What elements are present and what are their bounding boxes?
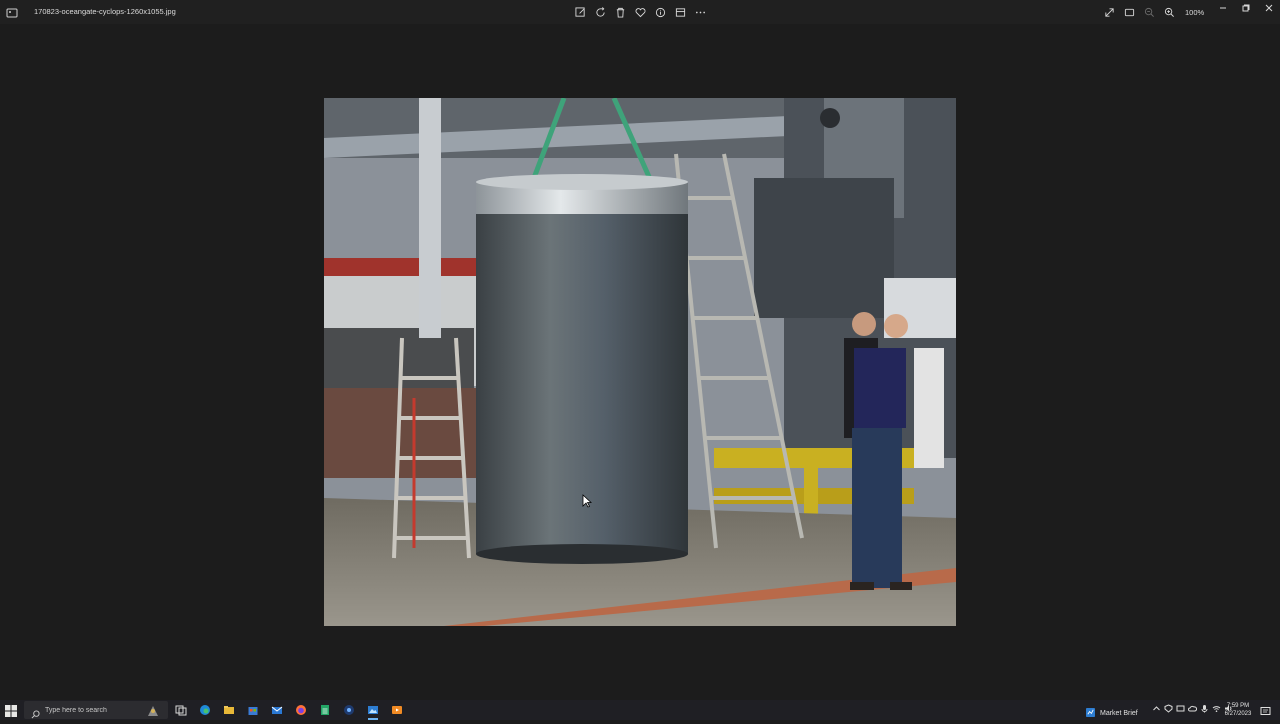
media-icon[interactable] [389,702,405,718]
title-bar: 170823-oceangate-cyclops-1260x1055.jpg 1… [0,0,1280,24]
window-controls [1211,0,1280,16]
zoom-in-icon[interactable] [1161,4,1177,20]
image-toolbar [572,4,708,20]
news-widget[interactable]: Market Brief [1086,704,1138,722]
cloud-icon[interactable] [1188,704,1197,713]
submersible-hull-photo [324,98,956,626]
market-brief-icon [1086,704,1095,722]
network-icon[interactable] [1176,704,1185,713]
chevron-up-icon[interactable] [1152,704,1161,713]
edit-image-icon[interactable] [572,4,588,20]
favorite-icon[interactable] [632,4,648,20]
view-toolbar: 100% [1101,4,1209,20]
info-icon[interactable] [652,4,668,20]
expand-icon[interactable] [1101,4,1117,20]
firefox-icon[interactable] [293,702,309,718]
clock[interactable]: 7:59 PM 6/27/2023 [1222,702,1254,718]
file-explorer-icon[interactable] [221,702,237,718]
mail-icon[interactable] [269,702,285,718]
task-view-icon[interactable] [173,702,189,718]
edge-icon[interactable] [197,702,213,718]
delete-icon[interactable] [612,4,628,20]
edit-icon[interactable] [672,4,688,20]
wifi-icon[interactable] [1212,704,1221,713]
windows-start-icon[interactable] [5,704,17,717]
taskbar-search[interactable] [24,701,168,719]
mouse-cursor-icon [582,494,592,508]
search-icon [31,706,40,718]
zoom-out-icon[interactable] [1141,4,1157,20]
file-name: 170823-oceangate-cyclops-1260x1055.jpg [34,7,176,16]
close-icon[interactable] [1257,0,1280,16]
photo[interactable] [324,98,956,626]
taskbar-apps [173,702,405,720]
widget-label: Market Brief [1100,709,1138,717]
photos-app-icon [6,6,18,18]
image-viewport[interactable] [0,24,1280,700]
search-input[interactable] [45,706,145,714]
photos-icon[interactable] [365,702,381,720]
search-highlight-icon [146,703,160,717]
slideshow-icon[interactable] [1121,4,1137,20]
more-icon[interactable] [692,4,708,20]
system-tray [1152,704,1233,713]
notification-icon[interactable] [1260,704,1271,715]
clock-time: 7:59 PM [1226,703,1250,709]
sheets-icon[interactable] [317,702,333,718]
clock-date: 6/27/2023 [1224,711,1252,717]
restore-icon[interactable] [1234,0,1257,16]
app-icon[interactable] [341,702,357,718]
security-icon[interactable] [1164,704,1173,713]
minimize-icon[interactable] [1211,0,1234,16]
taskbar: Market Brief 7:59 PM 6/27/2023 [0,700,1280,720]
zoom-level[interactable]: 100% [1185,8,1209,17]
store-icon[interactable] [245,702,261,718]
microphone-icon[interactable] [1200,704,1209,713]
rotate-icon[interactable] [592,4,608,20]
